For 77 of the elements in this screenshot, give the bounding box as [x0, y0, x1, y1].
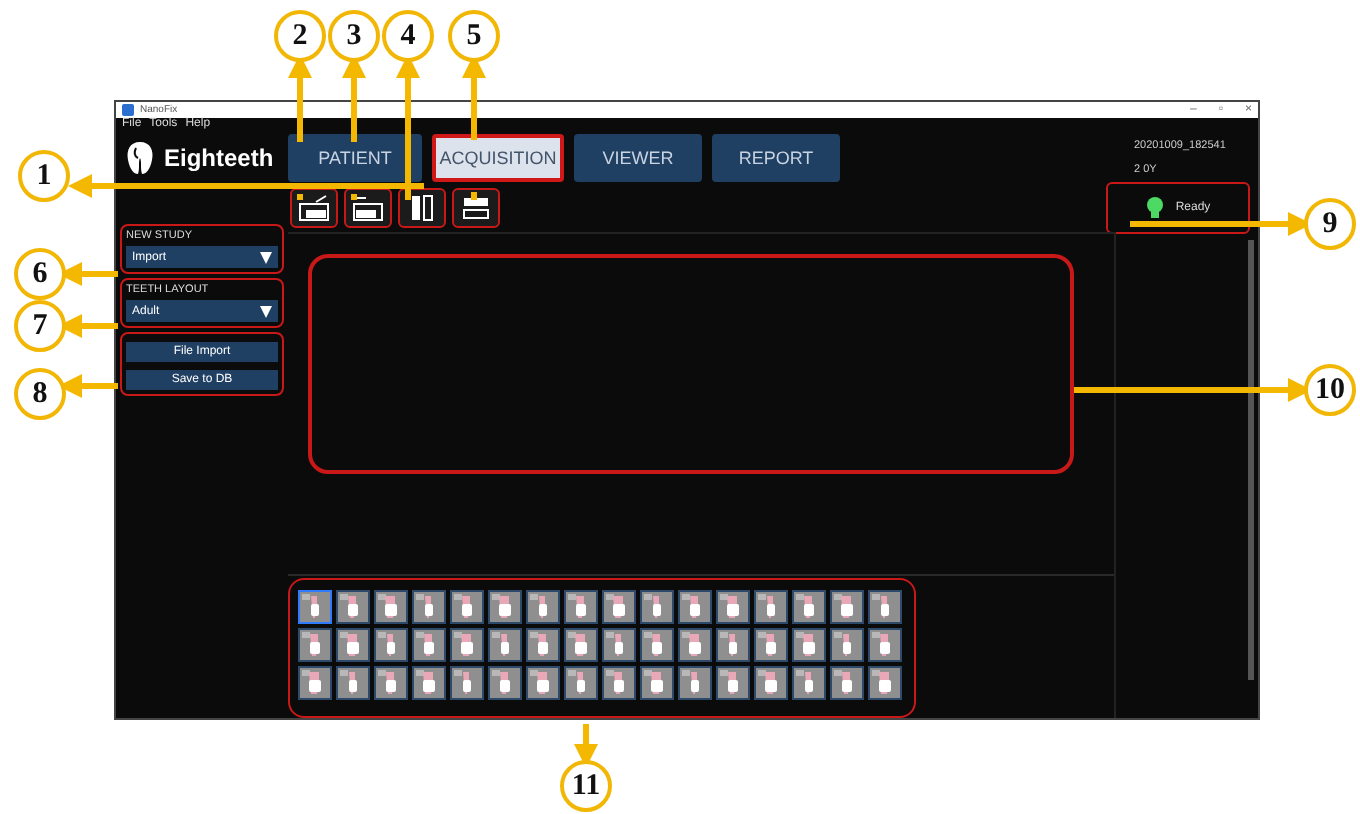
- tooth-tile[interactable]: [830, 590, 864, 624]
- toolbar-button[interactable]: [452, 188, 500, 228]
- tooth-tile[interactable]: [336, 590, 370, 624]
- nav-tab[interactable]: PATIENT: [288, 134, 422, 183]
- scan-import-icon: [298, 194, 330, 222]
- tooth-tile[interactable]: [678, 590, 712, 624]
- callout-number: 6: [14, 248, 66, 300]
- tooth-tile[interactable]: [678, 628, 712, 662]
- callout-number: 2: [274, 10, 326, 62]
- callout-number: 4: [382, 10, 434, 62]
- callout-number: 7: [14, 300, 66, 352]
- dropdown-caret-icon: [260, 251, 272, 263]
- tooth-tile[interactable]: [868, 590, 902, 624]
- tooth-tile[interactable]: [298, 666, 332, 700]
- tooth-tile[interactable]: [792, 590, 826, 624]
- callout-number: 10: [1304, 364, 1356, 416]
- tooth-tile[interactable]: [564, 628, 598, 662]
- tooth-tile[interactable]: [640, 666, 674, 700]
- tooth-tile[interactable]: [830, 666, 864, 700]
- nav-tab[interactable]: REPORT: [712, 134, 840, 183]
- tooth-tile[interactable]: [488, 590, 522, 624]
- tooth-tile[interactable]: [602, 628, 636, 662]
- logo-text: Eighteeth: [164, 144, 274, 173]
- tooth-tile[interactable]: [450, 666, 484, 700]
- callout-number: 5: [448, 10, 500, 62]
- tooth-tile[interactable]: [374, 590, 408, 624]
- app-icon: [122, 103, 134, 116]
- tooth-tile[interactable]: [298, 628, 332, 662]
- tooth-tile[interactable]: [526, 590, 560, 624]
- tooth-tile[interactable]: [374, 666, 408, 700]
- tooth-tile[interactable]: [754, 628, 788, 662]
- tooth-tile[interactable]: [336, 628, 370, 662]
- tooth-tile[interactable]: [868, 666, 902, 700]
- nav-tab[interactable]: VIEWER: [574, 134, 702, 183]
- tooth-tile[interactable]: [450, 590, 484, 624]
- tooth-tile[interactable]: [602, 666, 636, 700]
- nav-tab[interactable]: ACQUISITION: [432, 134, 564, 183]
- tooth-tile[interactable]: [526, 666, 560, 700]
- tooth-tile[interactable]: [488, 628, 522, 662]
- tooth-tile[interactable]: [412, 590, 446, 624]
- tooth-tile[interactable]: [526, 628, 560, 662]
- tooth-tile[interactable]: [792, 628, 826, 662]
- tooth-tile[interactable]: [374, 628, 408, 662]
- tooth-tile[interactable]: [868, 628, 902, 662]
- scrollbar[interactable]: [1248, 240, 1254, 680]
- tooth-tile[interactable]: [564, 590, 598, 624]
- tooth-tile[interactable]: [640, 590, 674, 624]
- tooth-tile[interactable]: [716, 590, 750, 624]
- tooth-tile[interactable]: [602, 590, 636, 624]
- scan-export-icon: [352, 194, 384, 222]
- logo-icon: [124, 140, 156, 177]
- tooth-tile[interactable]: [792, 666, 826, 700]
- dropdown-caret-icon: [260, 305, 272, 317]
- rows-icon: [462, 194, 490, 222]
- callout-number: 3: [328, 10, 380, 62]
- tooth-tile[interactable]: [336, 666, 370, 700]
- callout-number: 11: [560, 760, 612, 812]
- callout-number: 8: [14, 368, 66, 420]
- toolbar-button[interactable]: [344, 188, 392, 228]
- tooth-tile[interactable]: [678, 666, 712, 700]
- tooth-tile[interactable]: [716, 666, 750, 700]
- columns-icon: [408, 194, 436, 222]
- tooth-tile[interactable]: [298, 590, 332, 624]
- tooth-tile[interactable]: [564, 666, 598, 700]
- tooth-tile[interactable]: [450, 628, 484, 662]
- callout-number: 1: [18, 150, 70, 202]
- toolbar-button[interactable]: [290, 188, 338, 228]
- tooth-tile[interactable]: [754, 666, 788, 700]
- tooth-tile[interactable]: [488, 666, 522, 700]
- tooth-tile[interactable]: [754, 590, 788, 624]
- toolbar-button[interactable]: [398, 188, 446, 228]
- tooth-tile[interactable]: [830, 628, 864, 662]
- callout-number: 9: [1304, 198, 1356, 250]
- tooth-tile[interactable]: [716, 628, 750, 662]
- tooth-tile[interactable]: [412, 628, 446, 662]
- tooth-tile[interactable]: [412, 666, 446, 700]
- tooth-tile[interactable]: [640, 628, 674, 662]
